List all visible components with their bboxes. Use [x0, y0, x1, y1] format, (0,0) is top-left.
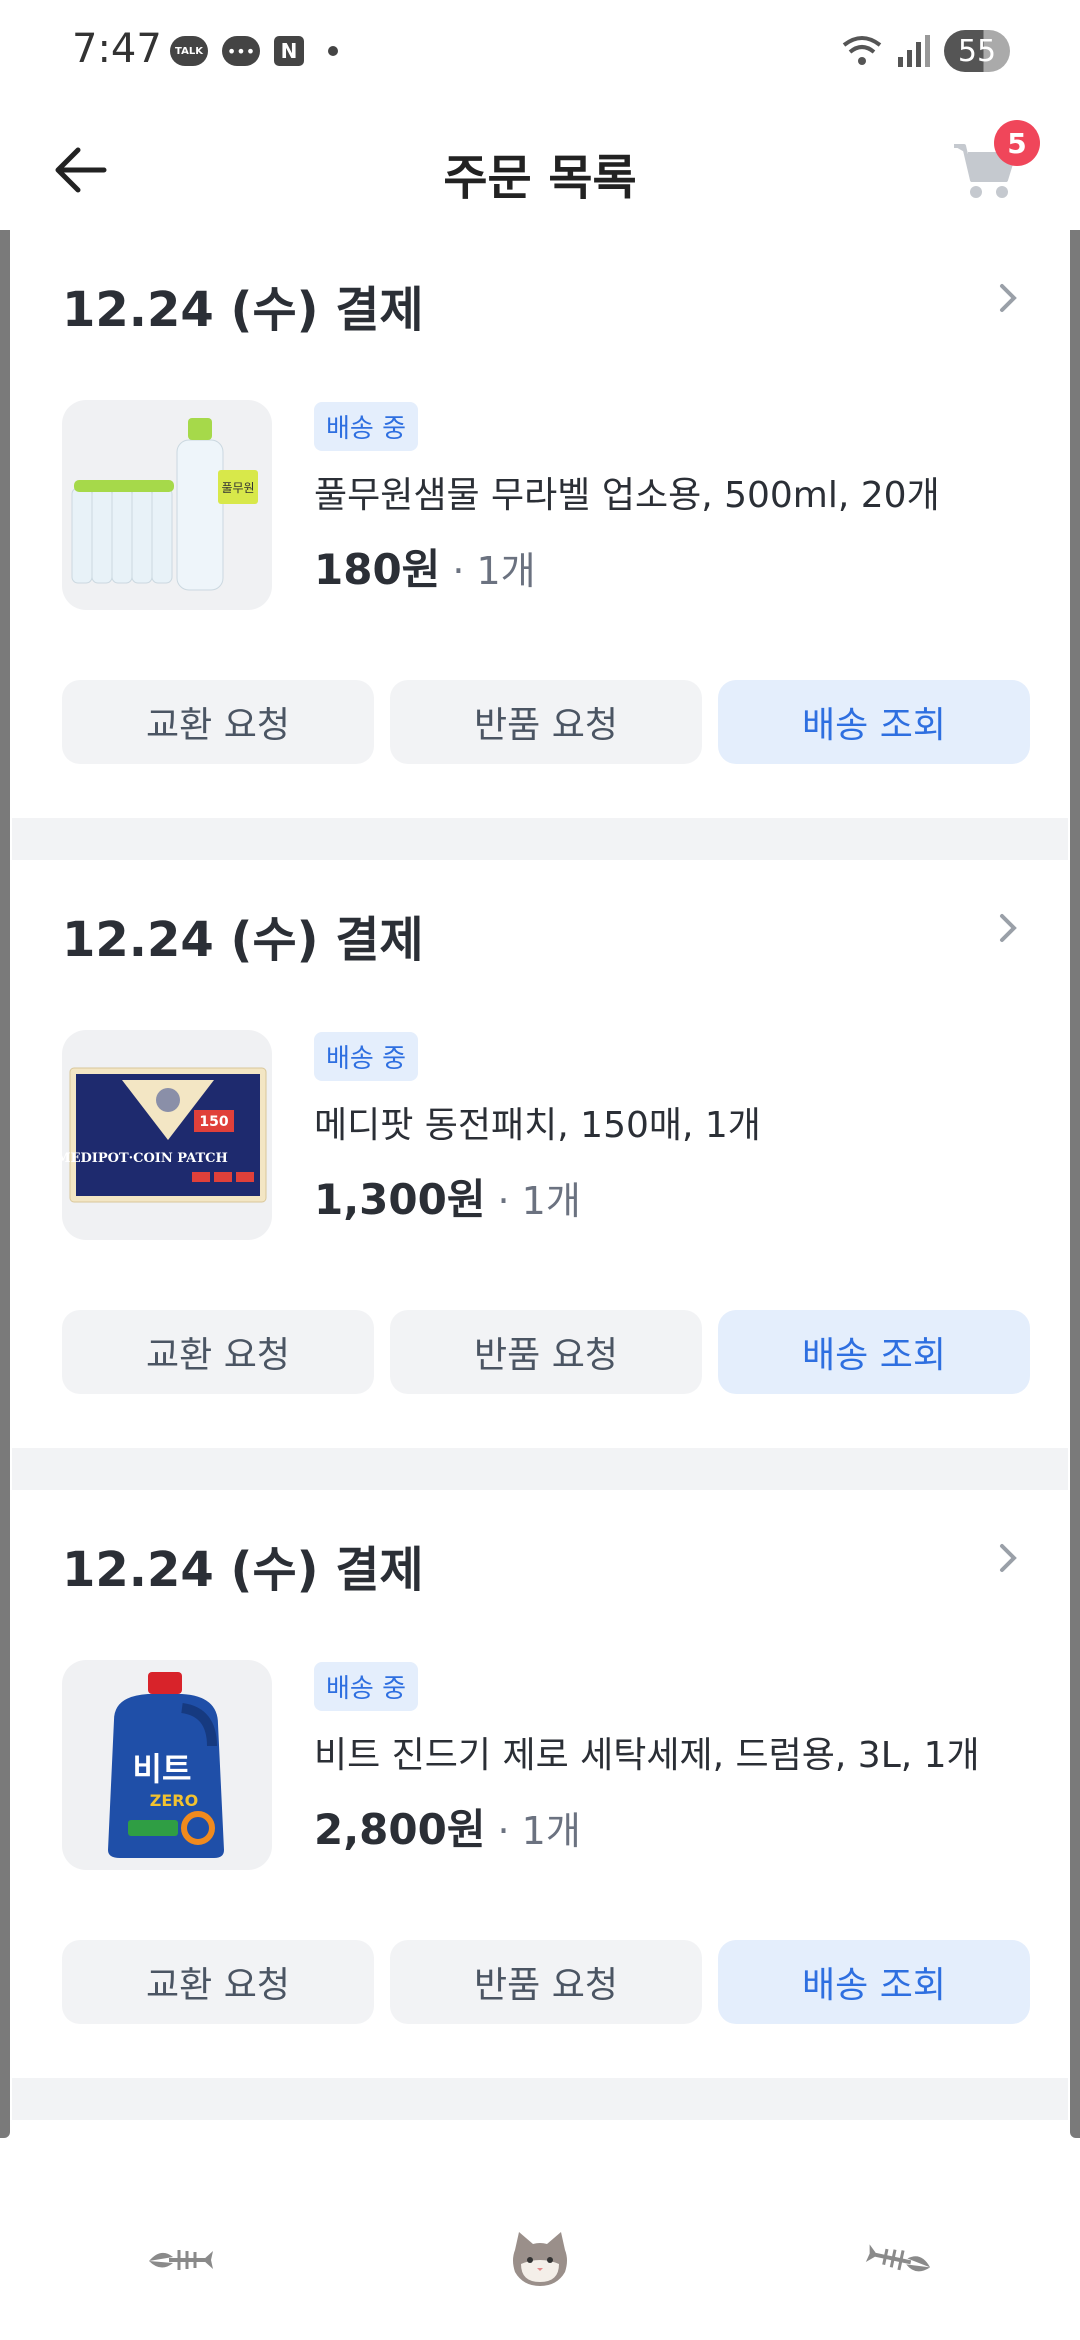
price-line: 1,300원 · 1개 — [314, 1166, 581, 1227]
status-time: 7:47 — [72, 26, 162, 72]
patch-brand-label: MEDIPOT·COIN PATCH — [62, 1151, 228, 1166]
product-image-water[interactable]: 풀무원 — [62, 400, 272, 610]
product-name[interactable]: 풀무원샘물 무라벨 업소용, 500ml, 20개 — [314, 466, 940, 518]
system-icons: 55 — [840, 30, 1010, 72]
price-line: 180원 · 1개 — [314, 536, 536, 597]
product-quantity: · 1개 — [497, 1809, 581, 1853]
order-actions: 교환 요청 반품 요청 배송 조회 — [62, 1310, 1030, 1394]
water-bottles-image: 풀무원 — [71, 418, 258, 591]
status-bar: 7:47 TALK ••• N 55 — [0, 0, 1080, 110]
section-divider — [12, 818, 1068, 860]
detergent-sub-label: ZERO — [150, 1791, 198, 1810]
more-notifications-icon — [328, 46, 338, 56]
status-badge: 배송 중 — [314, 402, 419, 451]
detergent-bottle-image: 비트 ZERO — [108, 1672, 224, 1858]
edge-bar-right — [1070, 118, 1080, 2138]
water-label: 풀무원 — [221, 481, 254, 495]
order-actions: 교환 요청 반품 요청 배송 조회 — [62, 680, 1030, 764]
product-image-detergent[interactable]: 비트 ZERO — [62, 1660, 272, 1870]
nav-item-center[interactable] — [480, 2200, 600, 2320]
chat-icon: ••• — [222, 36, 260, 66]
notification-icons: TALK ••• N — [170, 36, 338, 66]
battery-icon: 55 — [944, 30, 1010, 72]
kakaotalk-icon: TALK — [170, 36, 208, 66]
app-header: 주문 목록 5 — [0, 110, 1080, 230]
cat-face-icon — [513, 2232, 567, 2286]
detergent-brand-label: 비트 — [133, 1750, 192, 1788]
track-delivery-button[interactable]: 배송 조회 — [718, 1310, 1030, 1394]
order-date: 12.24 (수) 결제 — [62, 282, 424, 338]
exchange-request-button[interactable]: 교환 요청 — [62, 1310, 374, 1394]
coin-patch-box-image: 150 MEDIPOT·COIN PATCH — [62, 1067, 267, 1203]
order-card[interactable]: 12.24 (수) 결제 150 MEDIPOT·COIN PATCH 배송 중… — [12, 860, 1068, 1448]
nav-item-right[interactable] — [840, 2200, 960, 2320]
wifi-icon — [842, 36, 882, 65]
product-quantity: · 1개 — [497, 1179, 581, 1223]
signal-icon — [898, 35, 930, 67]
naver-icon: N — [274, 36, 304, 66]
status-badge: 배송 중 — [314, 1032, 419, 1081]
order-card[interactable]: 12.24 (수) 결제 비트 ZERO 배송 중 비트 진드기 제로 세탁세제… — [12, 1490, 1068, 2078]
section-divider — [12, 2078, 1068, 2120]
order-card[interactable]: 12.24 (수) 결제 풀무원 배송 중 풀무원샘물 무라벨 업소용, 500… — [12, 230, 1068, 818]
return-request-button[interactable]: 반품 요청 — [390, 1310, 702, 1394]
chevron-right-icon[interactable] — [988, 278, 1028, 318]
order-date: 12.24 (수) 결제 — [62, 912, 424, 968]
order-date: 12.24 (수) 결제 — [62, 1542, 424, 1598]
bottom-nav — [0, 2180, 1080, 2340]
section-divider — [12, 1448, 1068, 1490]
fish-bone-icon — [865, 2244, 931, 2272]
return-request-button[interactable]: 반품 요청 — [390, 1940, 702, 2024]
cart-count-badge: 5 — [994, 120, 1040, 166]
product-price: 1,300원 — [314, 1175, 486, 1224]
exchange-request-button[interactable]: 교환 요청 — [62, 680, 374, 764]
product-price: 180원 — [314, 545, 441, 594]
exchange-request-button[interactable]: 교환 요청 — [62, 1940, 374, 2024]
fish-bone-icon — [149, 2250, 213, 2270]
price-line: 2,800원 · 1개 — [314, 1796, 581, 1857]
edge-bar-left — [0, 118, 10, 2138]
nav-item-left[interactable] — [120, 2200, 240, 2320]
page-title: 주문 목록 — [443, 150, 637, 206]
product-quantity: · 1개 — [452, 549, 536, 593]
track-delivery-button[interactable]: 배송 조회 — [718, 1940, 1030, 2024]
chevron-right-icon[interactable] — [988, 908, 1028, 948]
status-badge: 배송 중 — [314, 1662, 419, 1711]
product-name[interactable]: 비트 진드기 제로 세탁세제, 드럼용, 3L, 1개 — [314, 1726, 980, 1778]
track-delivery-button[interactable]: 배송 조회 — [718, 680, 1030, 764]
product-price: 2,800원 — [314, 1805, 486, 1854]
chevron-right-icon[interactable] — [988, 1538, 1028, 1578]
product-image-patch[interactable]: 150 MEDIPOT·COIN PATCH — [62, 1030, 272, 1240]
order-actions: 교환 요청 반품 요청 배송 조회 — [62, 1940, 1030, 2024]
patch-count-label: 150 — [199, 1114, 228, 1130]
order-list: 12.24 (수) 결제 풀무원 배송 중 풀무원샘물 무라벨 업소용, 500… — [12, 230, 1068, 2120]
cart-button[interactable]: 5 — [950, 120, 1040, 210]
return-request-button[interactable]: 반품 요청 — [390, 680, 702, 764]
product-name[interactable]: 메디팟 동전패치, 150매, 1개 — [314, 1096, 761, 1148]
